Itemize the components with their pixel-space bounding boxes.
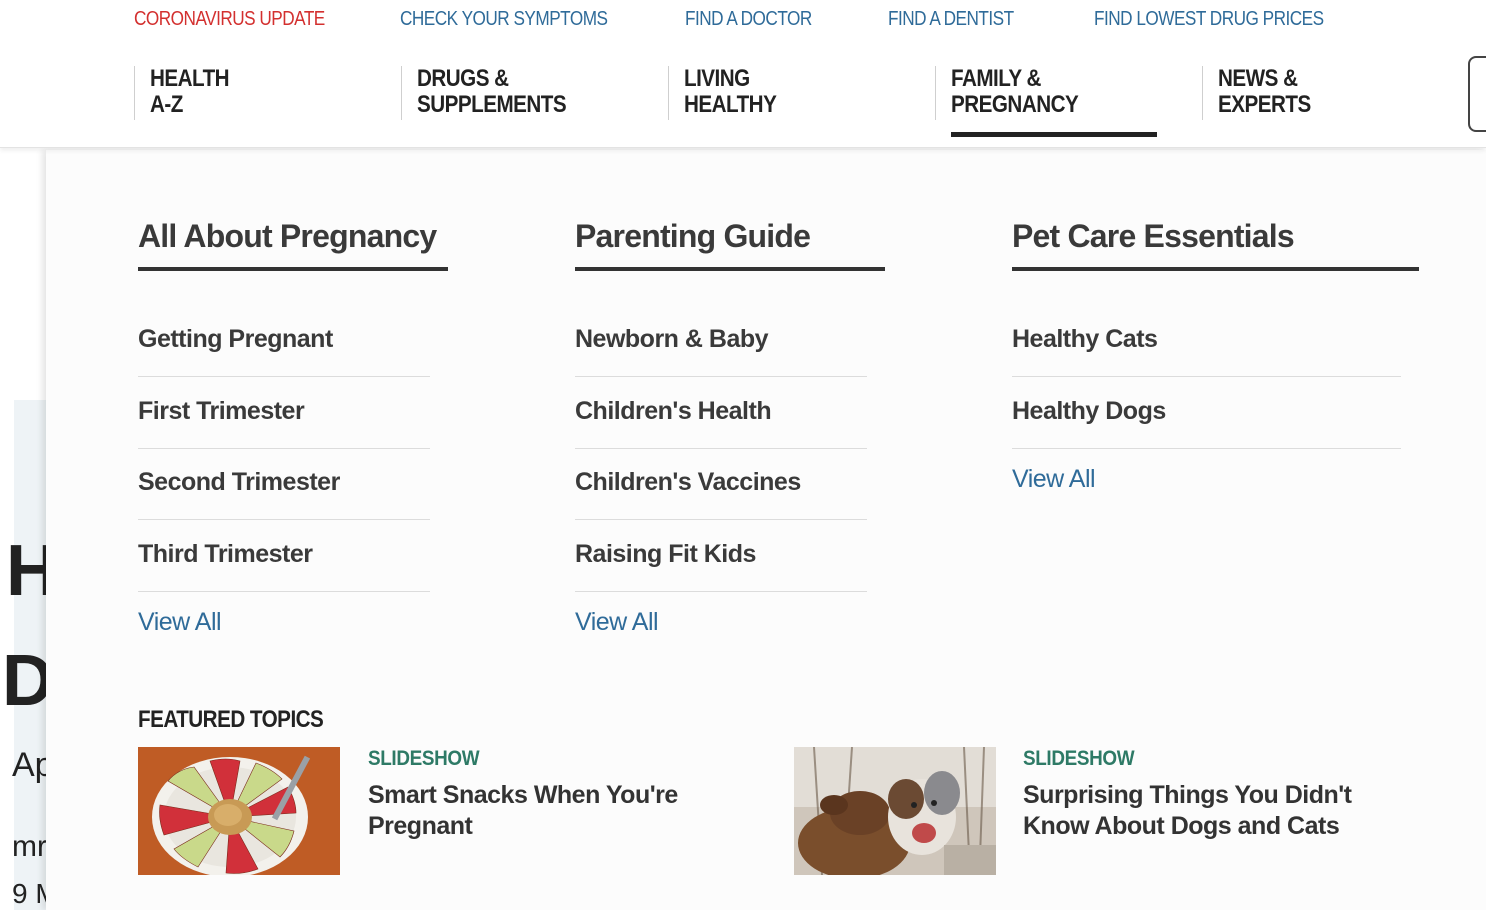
background-text-fragment: mr [12, 830, 46, 863]
check-symptoms-link[interactable]: CHECK YOUR SYMPTOMS [400, 8, 608, 31]
menu-link-label: Raising Fit Kids [575, 540, 756, 568]
menu-link-second-trimester[interactable]: Second Trimester [138, 448, 430, 520]
menu-link-childrens-health[interactable]: Children's Health [575, 377, 867, 449]
nav-health-az[interactable]: HEALTH A-Z [134, 66, 242, 120]
nav-label: NEWS & EXPERTS [1218, 65, 1311, 118]
playing-dogs-photo[interactable] [794, 747, 996, 875]
menu-link-label: Children's Vaccines [575, 468, 801, 496]
menu-link-healthy-dogs[interactable]: Healthy Dogs [1012, 377, 1401, 449]
background-page: Ha De Ap mr 9 M [0, 148, 46, 910]
column-rule [138, 267, 448, 271]
column-title-parenting[interactable]: Parenting Guide [575, 216, 885, 256]
featured-topics-heading: FEATURED TOPICS [138, 706, 324, 733]
menu-link-third-trimester[interactable]: Third Trimester [138, 520, 430, 592]
view-all-parenting-link[interactable]: View All [575, 608, 659, 637]
nav-label: HEALTH A-Z [150, 65, 230, 118]
background-headline-fragment: Ha [6, 531, 46, 611]
menu-column-parenting: Parenting Guide Newborn & Baby Children'… [575, 216, 885, 636]
featured-card-smart-snacks[interactable]: SLIDESHOW Smart Snacks When You're Pregn… [138, 747, 738, 875]
menu-link-label: Getting Pregnant [138, 325, 333, 353]
menu-link-newborn-baby[interactable]: Newborn & Baby [575, 305, 867, 377]
menu-link-first-trimester[interactable]: First Trimester [138, 377, 430, 449]
menu-link-healthy-cats[interactable]: Healthy Cats [1012, 305, 1401, 377]
coronavirus-update-link[interactable]: CORONAVIRUS UPDATE [134, 8, 325, 31]
find-dentist-link[interactable]: FIND A DENTIST [888, 8, 1014, 31]
view-all-pet-care-link[interactable]: View All [1012, 465, 1096, 494]
card-kicker: SLIDESHOW [1023, 747, 1135, 770]
menu-column-pet-care: Pet Care Essentials Healthy Cats Healthy… [1012, 216, 1419, 493]
nav-news-experts[interactable]: NEWS & EXPERTS [1202, 66, 1326, 120]
menu-link-label: Healthy Dogs [1012, 397, 1166, 425]
menu-link-label: Children's Health [575, 397, 772, 425]
nav-drugs-supplements[interactable]: DRUGS & SUPPLEMENTS [401, 66, 590, 120]
search-box-edge[interactable] [1468, 56, 1486, 132]
menu-link-label: Healthy Cats [1012, 325, 1158, 353]
menu-link-getting-pregnant[interactable]: Getting Pregnant [138, 305, 430, 377]
background-text-fragment: 9 M [12, 878, 46, 909]
main-nav: HEALTH A-Z DRUGS & SUPPLEMENTS LIVING HE… [0, 40, 1486, 148]
active-tab-indicator [951, 132, 1157, 137]
nav-family-pregnancy[interactable]: FAMILY & PREGNANCY [935, 66, 1099, 120]
view-all-pregnancy-link[interactable]: View All [138, 608, 222, 637]
column-rule [1012, 267, 1419, 271]
featured-card-dogs-cats[interactable]: SLIDESHOW Surprising Things You Didn't K… [794, 747, 1414, 875]
background-text-fragment: Ap [12, 746, 46, 784]
column-title-pet-care[interactable]: Pet Care Essentials [1012, 216, 1419, 256]
column-rule [575, 267, 885, 271]
apple-slices-photo[interactable] [138, 747, 340, 875]
menu-link-label: Newborn & Baby [575, 325, 769, 353]
find-drug-prices-link[interactable]: FIND LOWEST DRUG PRICES [1094, 8, 1324, 31]
menu-link-label: First Trimester [138, 397, 305, 425]
menu-link-label: Third Trimester [138, 540, 313, 568]
nav-label: FAMILY & PREGNANCY [951, 65, 1079, 118]
family-pregnancy-mega-menu: All About Pregnancy Getting Pregnant Fir… [46, 150, 1486, 910]
find-doctor-link[interactable]: FIND A DOCTOR [685, 8, 812, 31]
menu-link-childrens-vaccines[interactable]: Children's Vaccines [575, 448, 867, 520]
nav-label: DRUGS & SUPPLEMENTS [417, 65, 567, 118]
nav-living-healthy[interactable]: LIVING HEALTHY [668, 66, 791, 120]
card-title[interactable]: Surprising Things You Didn't Know About … [1023, 780, 1403, 842]
nav-label: LIVING HEALTHY [684, 65, 777, 118]
column-title-pregnancy[interactable]: All About Pregnancy [138, 216, 448, 256]
card-kicker: SLIDESHOW [368, 747, 480, 770]
background-headline-fragment: De [2, 641, 46, 721]
menu-link-label: Second Trimester [138, 468, 340, 496]
menu-link-raising-fit-kids[interactable]: Raising Fit Kids [575, 520, 867, 592]
utility-nav: CORONAVIRUS UPDATE CHECK YOUR SYMPTOMS F… [0, 0, 1486, 40]
card-title[interactable]: Smart Snacks When You're Pregnant [368, 780, 728, 842]
menu-column-pregnancy: All About Pregnancy Getting Pregnant Fir… [138, 216, 448, 636]
